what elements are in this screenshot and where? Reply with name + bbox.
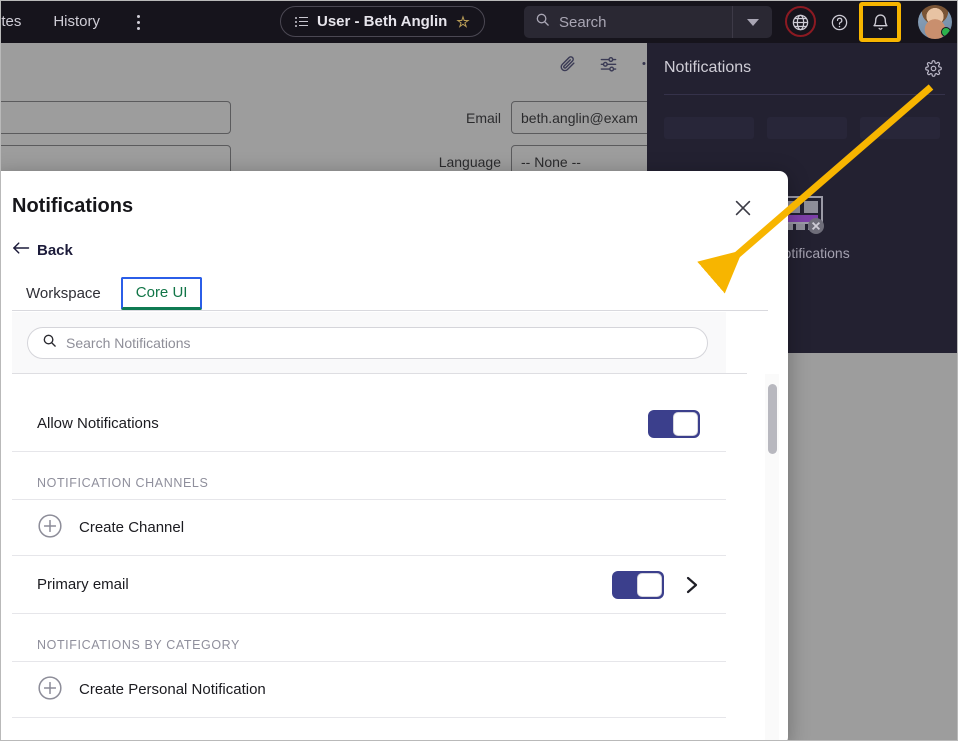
row-allow-notifications[interactable]: Allow Notifications [12, 396, 726, 452]
plus-circle-icon [37, 675, 63, 705]
record-title-label: User - Beth Anglin [317, 13, 447, 30]
record-title-pill[interactable]: User - Beth Anglin ☆ [280, 6, 485, 37]
row-primary-email[interactable]: Primary email [12, 556, 726, 614]
modal-title: Notifications [12, 195, 133, 218]
global-search-input[interactable]: Search [559, 14, 732, 31]
panel-skeleton-3 [860, 117, 940, 139]
section-notification-channels: NOTIFICATION CHANNELS [12, 452, 726, 500]
user-avatar[interactable] [918, 5, 952, 39]
chevron-right-icon[interactable] [684, 575, 700, 595]
close-icon[interactable] [728, 193, 758, 223]
primary-email-toggle[interactable] [612, 571, 664, 599]
list-spacer [12, 374, 726, 396]
section-notifications-by-category: NOTIFICATIONS BY CATEGORY [12, 614, 726, 662]
tab-workspace[interactable]: Workspace [12, 279, 115, 310]
search-icon [535, 12, 550, 32]
allow-notifications-toggle[interactable] [648, 410, 700, 438]
notifications-preferences-modal: Notifications Back Workspace Core UI [0, 171, 788, 741]
plus-circle-icon [37, 513, 63, 543]
bell-icon[interactable] [863, 5, 897, 39]
help-circle-icon[interactable] [822, 5, 856, 39]
panel-divider [664, 94, 945, 95]
toggle-knob [673, 412, 698, 436]
tab-core-ui[interactable]: Core UI [121, 277, 203, 310]
row-create-channel[interactable]: Create Channel [12, 500, 726, 556]
panel-skeleton-2 [767, 117, 847, 139]
row-primary-email-label: Primary email [37, 576, 612, 593]
back-button[interactable]: Back [12, 241, 73, 259]
create-channel-label: Create Channel [79, 519, 184, 536]
panel-skeleton-1 [664, 117, 754, 139]
row-allow-notifications-label: Allow Notifications [37, 415, 648, 432]
search-notifications-input[interactable]: Search Notifications [27, 327, 708, 359]
notification-search-strip: Search Notifications [12, 312, 726, 374]
star-outline-icon[interactable]: ☆ [456, 13, 469, 31]
gear-icon[interactable] [925, 60, 942, 82]
create-personal-notification-label: Create Personal Notification [79, 681, 266, 698]
screenshot-root: h.anglin n Email beth.anglin@exam Langua… [0, 0, 958, 741]
search-icon [42, 333, 57, 353]
chevron-down-icon [747, 19, 759, 26]
nav-link-history[interactable]: History [37, 1, 116, 43]
notification-settings-list: Allow Notifications NOTIFICATION CHANNEL… [12, 374, 726, 741]
row-create-personal-notification[interactable]: Create Personal Notification [12, 662, 726, 718]
search-notifications-placeholder: Search Notifications [66, 335, 191, 351]
search-scope-dropdown[interactable] [732, 6, 772, 38]
nav-links: rites History [1, 1, 154, 43]
modal-tabs: Workspace Core UI [12, 275, 768, 311]
toggle-knob [637, 573, 662, 597]
presence-dot [941, 27, 951, 37]
kebab-menu-icon[interactable] [122, 1, 154, 43]
list-icon [295, 17, 308, 27]
global-search-box[interactable]: Search [524, 6, 772, 38]
arrow-left-icon [12, 241, 30, 259]
modal-scrollbar-thumb[interactable] [768, 384, 777, 454]
back-label: Back [37, 242, 73, 259]
top-navigation-bar: rites History User - Beth Anglin ☆ Searc… [1, 1, 958, 43]
notification-panel-title: Notifications [664, 59, 751, 77]
nav-link-favorites[interactable]: rites [0, 1, 37, 43]
globe-icon[interactable] [783, 5, 817, 39]
